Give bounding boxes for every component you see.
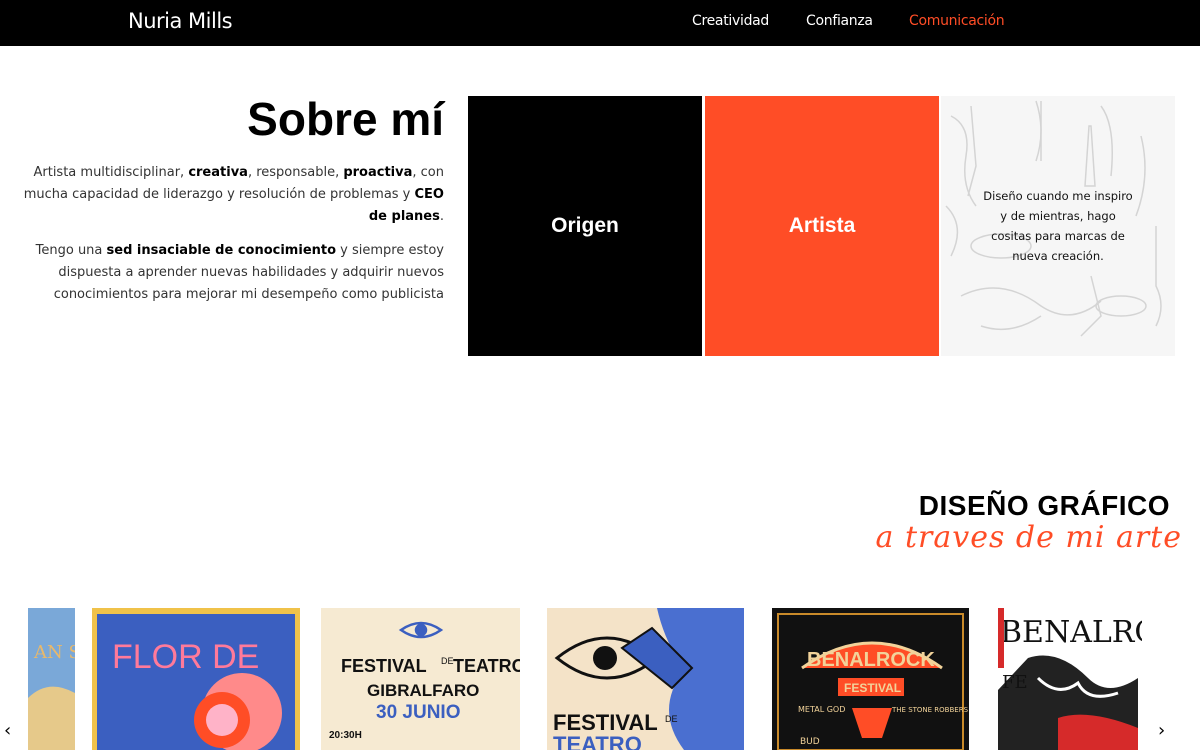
chevron-right-icon[interactable]: ›: [1158, 720, 1165, 741]
about-title: Sobre mí: [247, 93, 444, 145]
poster-2-line3: 30 JUNIO: [376, 702, 460, 723]
poster-4-art: BENALROCK FESTIVAL METAL GOD THE STONE R…: [777, 613, 969, 750]
poster-0-art: AN SS: [28, 608, 75, 750]
poster-1-art: FLOR DE: [97, 614, 295, 750]
nav-link-confianza[interactable]: Confianza: [806, 13, 873, 29]
poster-4-line5: BUD: [800, 737, 820, 747]
card-origen-label: Origen: [551, 214, 619, 237]
about-paragraph-1: Artista multidisciplinar, creativa, resp…: [23, 165, 444, 224]
poster-2-line4: 20:30H: [329, 730, 362, 741]
about-paragraph-2: Tengo una sed insaciable de conocimiento…: [35, 243, 444, 302]
graphic-design-subtitle: a traves de mi arte: [875, 520, 1182, 555]
poster-4-line4: THE STONE ROBBERS: [891, 706, 969, 714]
poster-5-line2: FE: [1002, 672, 1028, 693]
poster-carousel: AN SS FLOR DE FESTIVAL DE TEATRO GIBRALF…: [0, 608, 1200, 750]
nav-link-creatividad[interactable]: Creatividad: [692, 13, 769, 29]
chevron-left-icon[interactable]: ‹: [4, 720, 11, 741]
card-sketch[interactable]: Diseño cuando me inspiro y de mientras, …: [941, 96, 1175, 356]
poster-2-line1c: TEATRO: [453, 656, 520, 676]
poster-4-line1: BENALROCK: [807, 649, 935, 671]
poster-2-art: FESTIVAL DE TEATRO GIBRALFARO 30 JUNIO 2…: [329, 621, 520, 741]
card-artista[interactable]: Artista: [705, 96, 939, 356]
poster-card[interactable]: FESTIVAL DE TEATRO GIBRALFARO 30 JUNIO 2…: [321, 608, 520, 750]
main-nav: Creatividad Confianza Comunicación: [0, 13, 1200, 33]
poster-5-art: BENALRO FE: [998, 608, 1142, 750]
poster-2-line2: GIBRALFARO: [367, 681, 479, 700]
card-sketch-text: Diseño cuando me inspiro y de mientras, …: [983, 189, 1133, 263]
card-origen[interactable]: Origen: [468, 96, 702, 356]
poster-card[interactable]: AN SS: [28, 608, 75, 750]
poster-0-text: AN SS: [33, 642, 75, 663]
graphic-design-title: DISEÑO GRÁFICO: [918, 490, 1170, 521]
poster-card[interactable]: BENALROCK FESTIVAL METAL GOD THE STONE R…: [772, 608, 969, 750]
poster-1-text: FLOR DE: [112, 638, 259, 676]
poster-2-line1b: DE: [441, 656, 454, 666]
poster-3-art: FESTIVAL DE TEATRO: [553, 608, 744, 750]
poster-4-line2: FESTIVAL: [844, 681, 901, 695]
nav-link-comunicacion[interactable]: Comunicación: [909, 13, 1005, 29]
poster-2-line1: FESTIVAL: [341, 656, 427, 676]
poster-3-line2: TEATRO: [553, 732, 642, 750]
poster-3-line1b: DE: [665, 714, 678, 724]
card-artista-label: Artista: [788, 214, 856, 237]
poster-card[interactable]: FLOR DE: [92, 608, 300, 750]
poster-card[interactable]: FESTIVAL DE TEATRO: [547, 608, 744, 750]
top-navbar: Nuria Mills Creatividad Confianza Comuni…: [0, 0, 1200, 46]
poster-card[interactable]: BENALRO FE: [998, 608, 1142, 750]
poster-4-line3: METAL GOD: [798, 705, 845, 714]
about-description: Artista multidisciplinar, creativa, resp…: [18, 162, 444, 318]
poster-5-line1: BENALRO: [1000, 615, 1142, 650]
